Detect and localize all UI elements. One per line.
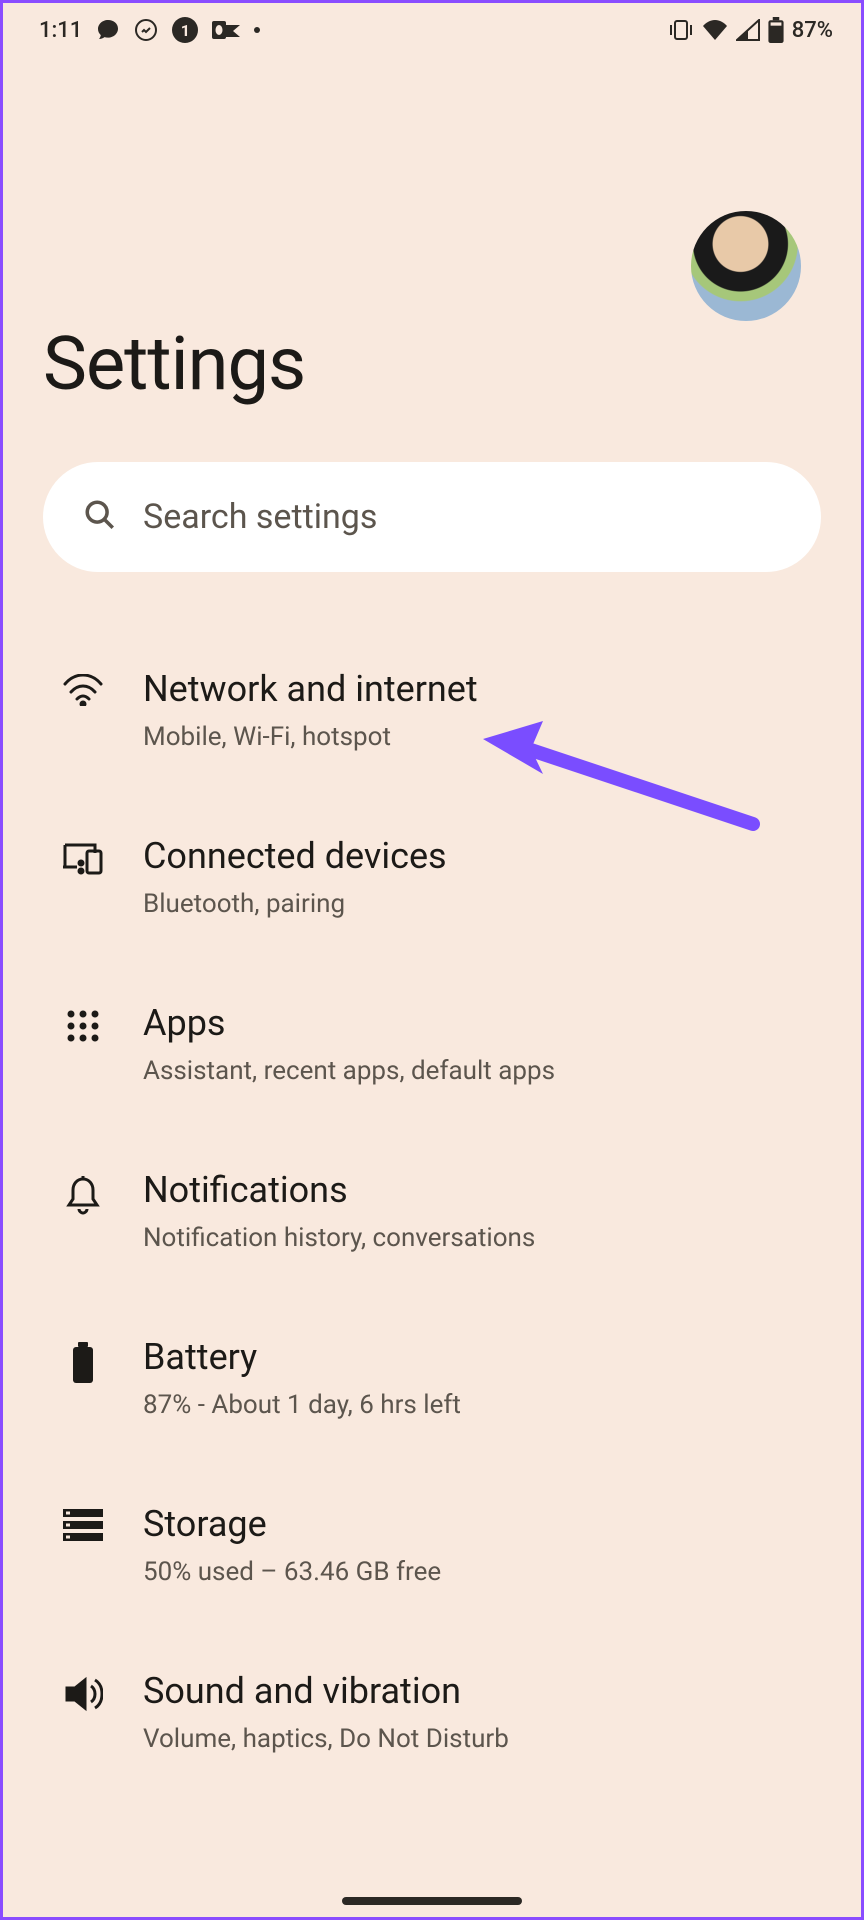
item-subtitle: Volume, haptics, Do Not Disturb [143, 1723, 811, 1757]
profile-avatar[interactable] [691, 211, 801, 321]
devices-icon [59, 841, 107, 875]
navigation-handle[interactable] [342, 1897, 522, 1905]
item-subtitle: Assistant, recent apps, default apps [143, 1055, 811, 1089]
settings-item-battery[interactable]: Battery 87% - About 1 day, 6 hrs left [43, 1296, 821, 1463]
item-title: Network and internet [143, 668, 811, 711]
item-subtitle: Bluetooth, pairing [143, 888, 811, 922]
battery-item-icon [59, 1342, 107, 1384]
outlook-icon [212, 19, 240, 41]
search-placeholder: Search settings [143, 497, 377, 537]
settings-item-apps[interactable]: Apps Assistant, recent apps, default app… [43, 962, 821, 1129]
status-bar: 1:11 1 87% [3, 3, 861, 51]
storage-icon [59, 1509, 107, 1541]
wifi-icon [59, 674, 107, 706]
status-bar-right: 87% [668, 17, 833, 43]
item-title: Battery [143, 1336, 811, 1379]
item-title: Notifications [143, 1169, 811, 1212]
battery-percentage: 87% [792, 18, 833, 43]
item-subtitle: Mobile, Wi-Fi, hotspot [143, 721, 811, 755]
settings-item-storage[interactable]: Storage 50% used – 63.46 GB free [43, 1463, 821, 1630]
apps-icon [59, 1008, 107, 1044]
item-title: Apps [143, 1002, 811, 1045]
status-bar-left: 1:11 1 [39, 17, 260, 43]
bell-icon [59, 1175, 107, 1215]
volume-icon [59, 1676, 107, 1712]
item-title: Storage [143, 1503, 811, 1546]
more-notifications-dot [254, 27, 260, 33]
search-icon [83, 498, 117, 536]
settings-item-notifications[interactable]: Notifications Notification history, conv… [43, 1129, 821, 1296]
item-subtitle: 50% used – 63.46 GB free [143, 1556, 811, 1590]
settings-list: Network and internet Mobile, Wi-Fi, hots… [3, 572, 861, 1797]
header: Settings [3, 51, 861, 408]
cloud-sync-icon [134, 18, 158, 42]
item-subtitle: Notification history, conversations [143, 1222, 811, 1256]
page-title: Settings [43, 321, 821, 408]
search-settings-bar[interactable]: Search settings [43, 462, 821, 572]
battery-icon [768, 17, 784, 43]
settings-item-network[interactable]: Network and internet Mobile, Wi-Fi, hots… [43, 628, 821, 795]
item-title: Connected devices [143, 835, 811, 878]
notification-count-badge: 1 [172, 17, 198, 43]
item-subtitle: 87% - About 1 day, 6 hrs left [143, 1389, 811, 1423]
status-time: 1:11 [39, 18, 82, 43]
wifi-status-icon [702, 19, 728, 41]
vibrate-icon [668, 19, 694, 41]
item-title: Sound and vibration [143, 1670, 811, 1713]
settings-item-sound[interactable]: Sound and vibration Volume, haptics, Do … [43, 1630, 821, 1797]
settings-item-connected-devices[interactable]: Connected devices Bluetooth, pairing [43, 795, 821, 962]
chat-icon [96, 18, 120, 42]
signal-icon [736, 19, 760, 41]
